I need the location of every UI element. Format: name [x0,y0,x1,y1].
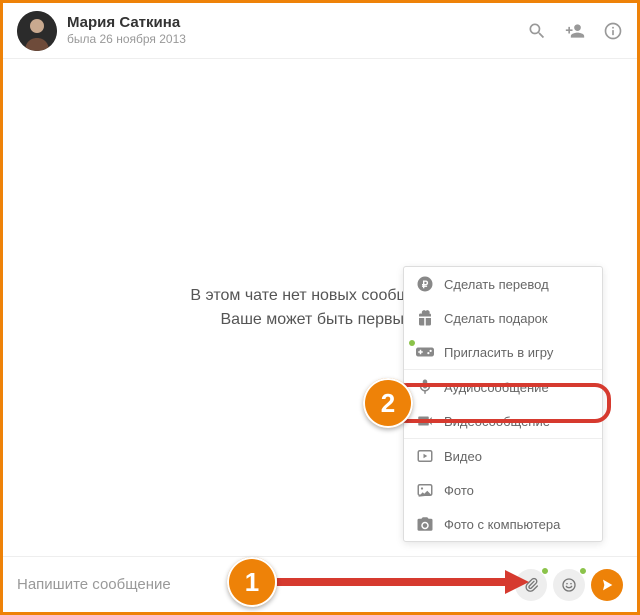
callout-step2: 2 [363,378,413,428]
user-name[interactable]: Мария Саткина [67,14,186,32]
callout-step1: 1 [227,557,277,607]
callout-number: 1 [245,567,259,598]
search-icon[interactable] [527,21,547,41]
menu-item-gift[interactable]: Сделать подарок [404,301,602,335]
play-icon [416,447,434,465]
ruble-icon: ₽ [416,275,434,293]
menu-label: Видеосообщение [444,414,550,429]
user-block: Мария Саткина была 26 ноября 2013 [67,14,186,46]
info-icon[interactable] [603,21,623,41]
indicator-dot [409,340,415,346]
gamepad-icon [416,343,434,361]
chat-window: Мария Саткина была 26 ноября 2013 В этом… [0,0,640,615]
header-actions [527,21,623,41]
menu-label: Аудиосообщение [444,380,549,395]
menu-label: Фото [444,483,474,498]
last-seen: была 26 ноября 2013 [67,32,186,46]
send-icon [599,577,615,593]
menu-label: Видео [444,449,482,464]
indicator-dot [579,567,587,575]
menu-item-video-message[interactable]: Видеосообщение [404,404,602,438]
add-person-icon[interactable] [565,21,585,41]
callout-number: 2 [381,388,395,419]
menu-item-photo[interactable]: Фото [404,473,602,507]
chat-header: Мария Саткина была 26 ноября 2013 [3,3,637,59]
menu-item-invite-game[interactable]: Пригласить в игру [404,335,602,369]
smile-icon [561,577,577,593]
arrow-icon [277,568,529,596]
svg-text:₽: ₽ [422,280,429,291]
menu-item-transfer[interactable]: ₽ Сделать перевод [404,267,602,301]
send-button[interactable] [591,569,623,601]
photo-icon [416,481,434,499]
avatar[interactable] [17,11,57,51]
gift-icon [416,309,434,327]
menu-label: Сделать подарок [444,311,548,326]
menu-label: Пригласить в игру [444,345,553,360]
video-msg-icon [416,412,434,430]
menu-item-photo-from-pc[interactable]: Фото с компьютера [404,507,602,541]
indicator-dot [541,567,549,575]
mic-icon [416,378,434,396]
camera-icon [416,515,434,533]
menu-label: Сделать перевод [444,277,549,292]
menu-label: Фото с компьютера [444,517,560,532]
emoji-button[interactable] [553,569,585,601]
menu-item-audio-message[interactable]: Аудиосообщение [404,370,602,404]
footer-actions [515,569,623,601]
attach-menu: ₽ Сделать перевод Сделать подарок Пригла… [403,266,603,542]
empty-state-line2: Ваше может быть первым! [221,311,420,329]
menu-item-video[interactable]: Видео [404,439,602,473]
